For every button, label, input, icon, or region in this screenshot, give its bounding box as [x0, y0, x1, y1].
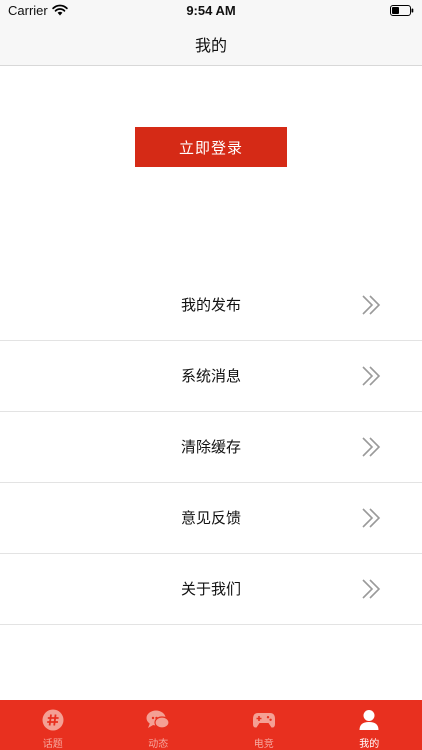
- page-title: 我的: [194, 35, 227, 55]
- tab-label: 话题: [42, 739, 63, 750]
- status-bar: Carrier 9:54 AM: [0, 0, 422, 22]
- menu-item-clear-cache[interactable]: 清除缓存: [0, 412, 422, 483]
- tab-label: 电竞: [253, 739, 274, 750]
- tab-activity[interactable]: 动态: [106, 700, 212, 750]
- menu-item-label: 我的发布: [180, 296, 241, 314]
- navigation-bar: 我的: [0, 22, 422, 66]
- hashtag-icon: [42, 709, 64, 731]
- tab-mine[interactable]: 我的: [317, 700, 422, 750]
- tab-label: 动态: [148, 739, 169, 750]
- menu-list: 我的发布 系统消息 清除缓存 意见反馈 关于我们: [0, 270, 422, 625]
- double-chevron-right-icon: [362, 579, 381, 599]
- menu-item-label: 关于我们: [180, 580, 241, 598]
- menu-item-my-posts[interactable]: 我的发布: [0, 270, 422, 341]
- menu-item-feedback[interactable]: 意见反馈: [0, 483, 422, 554]
- tab-esports[interactable]: 电竞: [211, 700, 317, 750]
- menu-item-system-messages[interactable]: 系统消息: [0, 341, 422, 412]
- chat-bubbles-icon: [146, 710, 170, 729]
- tab-bar: 话题 动态 电竞 我的: [0, 700, 422, 750]
- menu-item-label: 系统消息: [180, 367, 241, 385]
- menu-item-label: 意见反馈: [180, 509, 241, 527]
- tab-topics[interactable]: 话题: [0, 700, 106, 750]
- double-chevron-right-icon: [362, 366, 381, 386]
- menu-item-about-us[interactable]: 关于我们: [0, 554, 422, 625]
- clock: 9:54 AM: [186, 3, 236, 18]
- tab-label: 我的: [359, 739, 380, 750]
- double-chevron-right-icon: [362, 508, 381, 528]
- double-chevron-right-icon: [362, 437, 381, 457]
- gamepad-icon: [252, 713, 275, 728]
- double-chevron-right-icon: [362, 295, 381, 315]
- menu-item-label: 清除缓存: [180, 438, 241, 456]
- battery-icon: [390, 5, 414, 16]
- user-icon: [359, 710, 379, 730]
- login-button[interactable]: 立即登录: [135, 127, 287, 167]
